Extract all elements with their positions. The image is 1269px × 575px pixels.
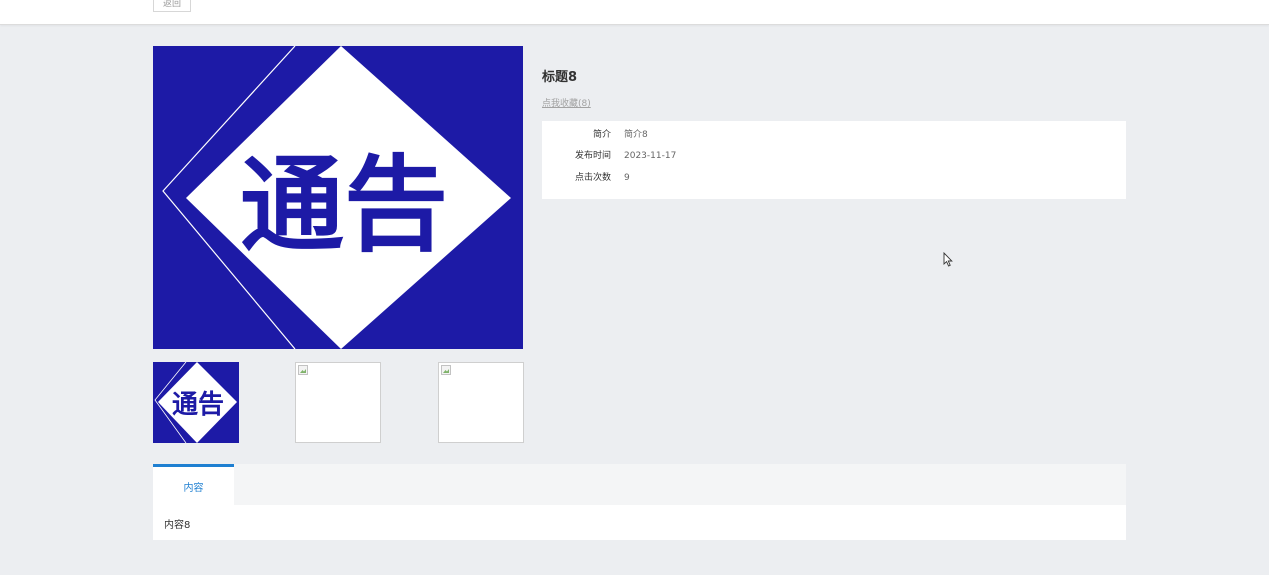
- detail-panel: 简介 简介8 发布时间 2023-11-17 点击次数 9: [542, 121, 1126, 199]
- tab-content-panel: 内容8: [153, 505, 1126, 540]
- back-button[interactable]: 返回: [153, 0, 191, 12]
- detail-value: 9: [624, 173, 630, 183]
- thumbnail-2[interactable]: [295, 362, 381, 443]
- broken-image-icon: [441, 365, 451, 375]
- detail-label: 简介: [592, 130, 611, 140]
- tab-bar: 内容: [153, 464, 1126, 505]
- thumbnail-3[interactable]: [438, 362, 524, 443]
- favorite-link[interactable]: 点我收藏(8): [542, 96, 591, 109]
- mouse-cursor-icon: [943, 252, 953, 267]
- thumbnail-text: 通告: [172, 390, 224, 420]
- detail-label: 点击次数: [574, 173, 611, 183]
- tab-content[interactable]: 内容: [153, 464, 234, 505]
- detail-value: 简介8: [624, 130, 648, 140]
- top-bar: 返回: [0, 0, 1269, 25]
- content-text: 内容8: [164, 520, 191, 531]
- detail-value: 2023-11-17: [624, 151, 677, 161]
- broken-image-icon: [298, 365, 308, 375]
- detail-label: 发布时间: [574, 151, 611, 161]
- item-title: 标题8: [542, 70, 578, 85]
- thumbnail-1[interactable]: 通告: [153, 361, 239, 444]
- main-image: 通告: [153, 46, 523, 349]
- main-image-text: 通告: [240, 144, 448, 266]
